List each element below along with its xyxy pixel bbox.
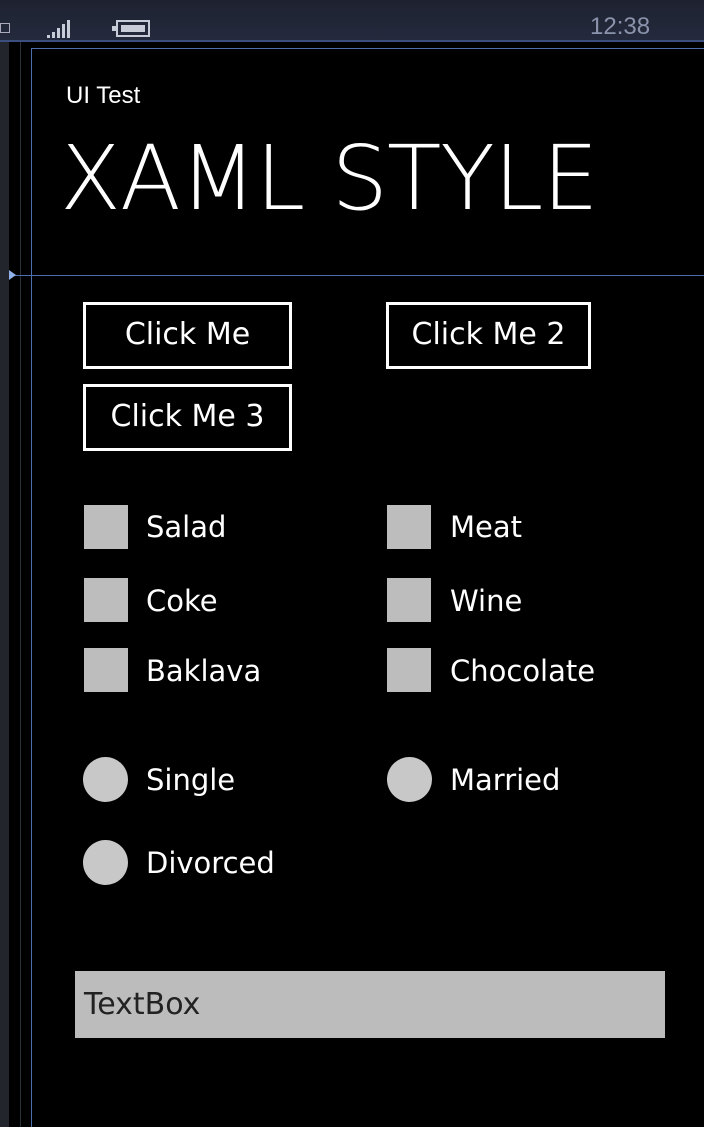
checkbox-meat[interactable] [387,505,431,549]
radio-single[interactable] [83,757,128,802]
checkbox-label-chocolate[interactable]: Chocolate [450,654,595,688]
app-subtitle: UI Test [66,82,141,109]
radio-divorced[interactable] [83,840,128,885]
status-clock: 12:38 [590,13,651,40]
radio-label-single[interactable]: Single [146,763,235,797]
designer-ruler-line [20,0,21,1127]
radio-label-married[interactable]: Married [450,763,560,797]
checkbox-wine[interactable] [387,578,431,622]
text-input[interactable]: TextBox [75,971,665,1038]
checkbox-label-coke[interactable]: Coke [146,584,218,618]
page-title: XAML STYLE [60,126,599,230]
click-me-2-button[interactable]: Click Me 2 [386,302,591,369]
battery-icon [112,20,150,37]
designer-grid-icon [0,23,10,33]
page-border-left [31,48,32,1127]
phone-status-bar: 12:38 [0,0,704,40]
guide-marker-icon [9,270,16,280]
checkbox-coke[interactable] [84,578,128,622]
checkbox-label-meat[interactable]: Meat [450,510,522,544]
status-bar-divider [0,40,704,42]
designer-guide-line [9,275,704,276]
click-me-button[interactable]: Click Me [83,302,292,369]
click-me-3-button[interactable]: Click Me 3 [83,384,292,451]
checkbox-salad[interactable] [84,505,128,549]
radio-label-divorced[interactable]: Divorced [146,846,275,880]
checkbox-label-wine[interactable]: Wine [450,584,522,618]
checkbox-label-salad[interactable]: Salad [146,510,226,544]
radio-married[interactable] [387,757,432,802]
checkbox-chocolate[interactable] [387,648,431,692]
signal-strength-icon [47,18,77,38]
page-border-top [31,48,704,49]
checkbox-label-baklava[interactable]: Baklava [146,654,261,688]
checkbox-baklava[interactable] [84,648,128,692]
designer-left-strip [0,0,9,1127]
